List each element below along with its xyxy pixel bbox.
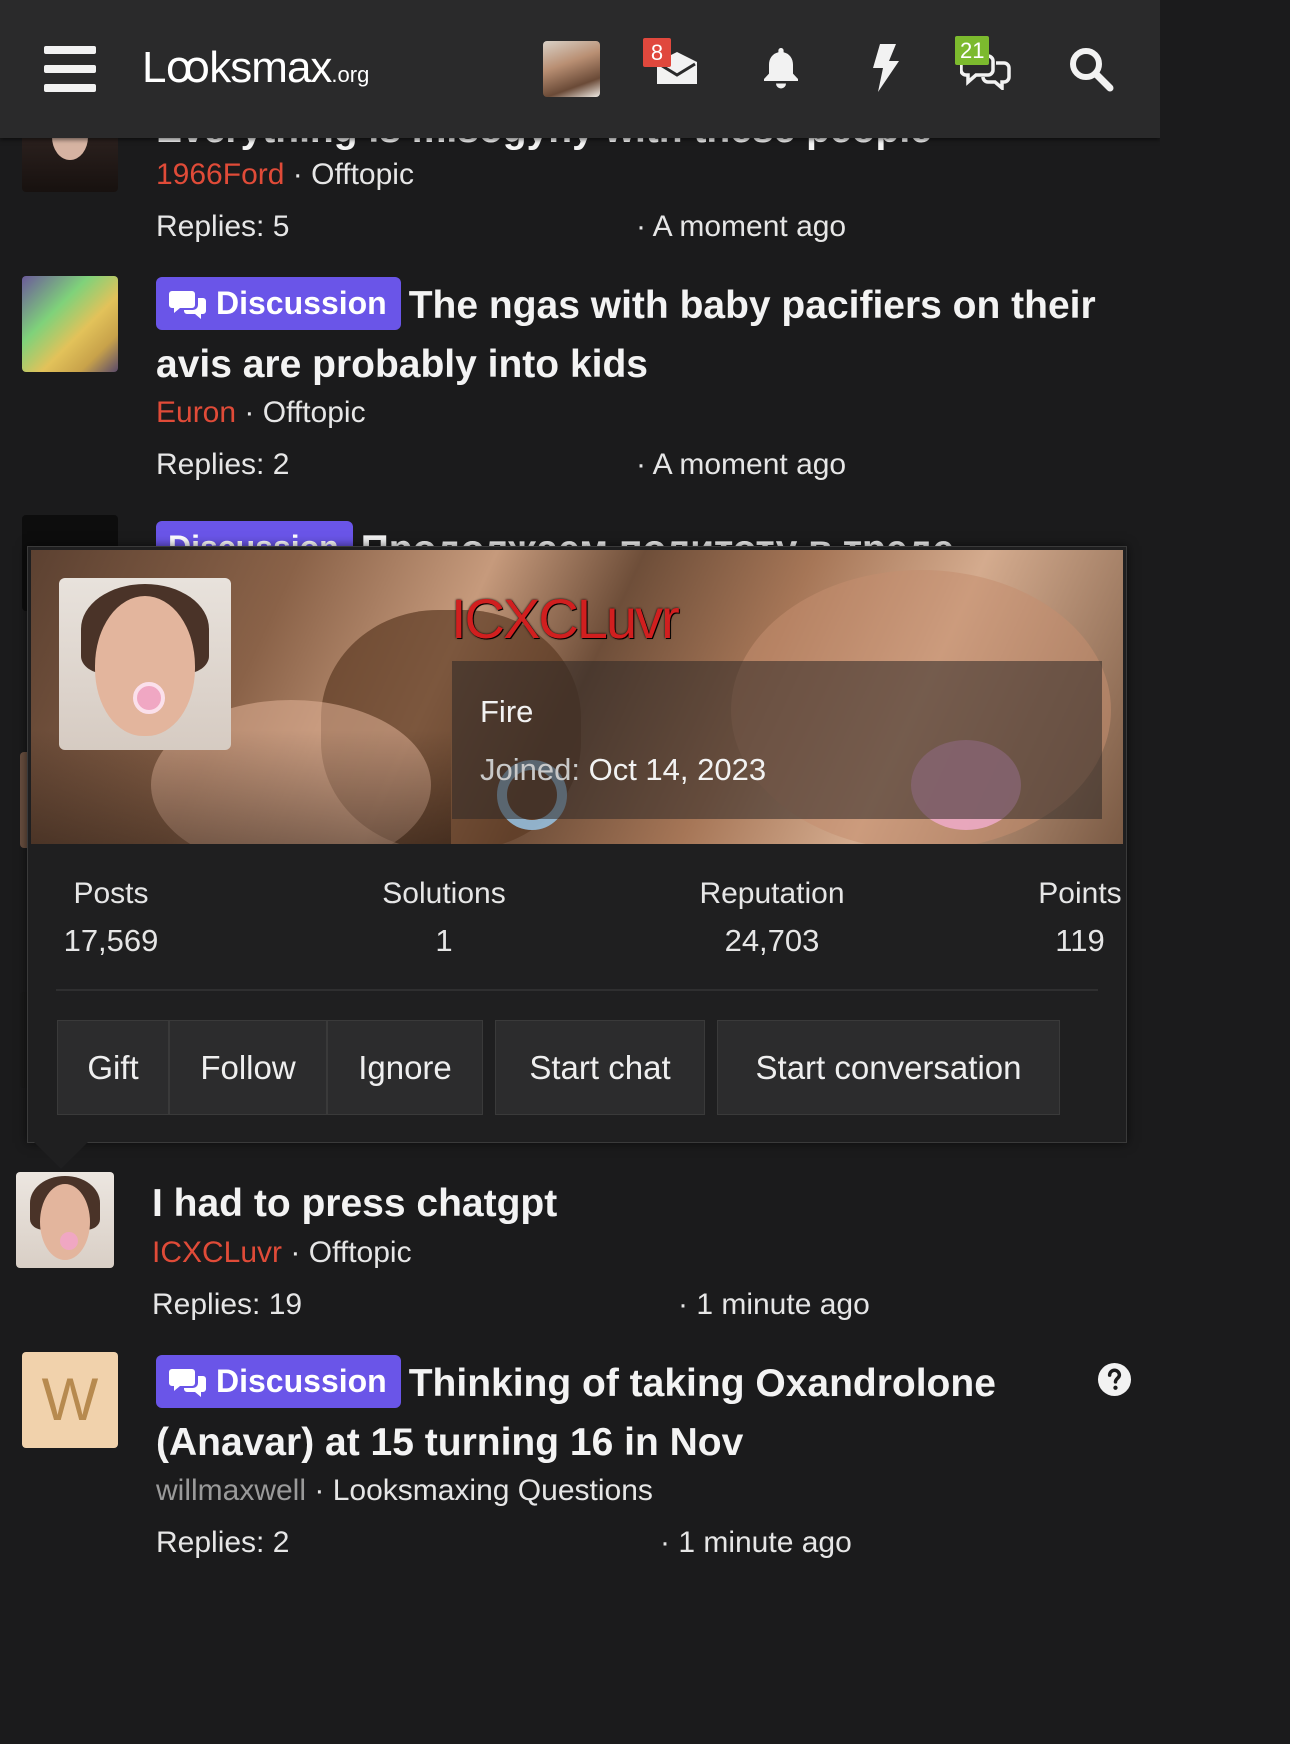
thread-time[interactable]: · A moment ago [636, 448, 846, 482]
thread-time[interactable]: · A moment ago [636, 210, 846, 244]
bell-icon[interactable] [762, 46, 800, 90]
thread-replies: Replies: 2 [156, 448, 290, 481]
lightning-icon[interactable] [872, 44, 900, 92]
thread-replies: Replies: 5 [156, 210, 290, 243]
stat-value: 119 [1055, 923, 1105, 958]
thread-meta: 1966Ford · Offtopic [156, 158, 414, 192]
thread-forum[interactable]: Looksmaxing Questions [333, 1474, 653, 1507]
thread-item[interactable]: Discussion The ngas with baby pacifiers o… [0, 260, 1160, 500]
menu-icon[interactable] [44, 46, 96, 92]
member-joined: Joined: Oct 14, 2023 [480, 752, 766, 788]
prefix-label: Discussion [216, 1363, 387, 1399]
member-tooltip-card: ICXCLuvr Fire Joined: Oct 14, 2023 Posts… [27, 546, 1127, 1143]
stat-label: Reputation [699, 877, 845, 910]
start-conversation-button[interactable]: Start conversation [717, 1020, 1060, 1115]
start-chat-button[interactable]: Start chat [495, 1020, 705, 1115]
stat-posts[interactable]: Posts 17,569 [56, 877, 166, 959]
member-info-box: Fire Joined: Oct 14, 2023 [452, 661, 1102, 819]
member-stats: Posts 17,569 Solutions 1 Reputation 24,7… [56, 877, 1122, 967]
thread-author[interactable]: Euron [156, 396, 236, 429]
thread-avatar[interactable] [22, 276, 118, 372]
discussion-icon [169, 291, 206, 319]
tooltip-arrow [34, 1142, 88, 1169]
follow-button[interactable]: Follow [169, 1020, 327, 1115]
thread-replies: Replies: 19 [152, 1288, 303, 1321]
thread-time[interactable]: · 1 minute ago [678, 1288, 870, 1322]
meta-separator: · [292, 158, 303, 191]
site-logo[interactable]: Lꝏksmax.org [142, 42, 369, 93]
stat-reputation[interactable]: Reputation 24,703 [691, 877, 853, 959]
thread-author[interactable]: ICXCLuvr [152, 1236, 282, 1269]
stat-solutions[interactable]: Solutions 1 [374, 877, 514, 959]
avatar-letter: W [41, 1366, 99, 1433]
stat-label: Points [1038, 877, 1122, 910]
discussion-prefix[interactable]: Discussion [156, 277, 401, 330]
member-avatar[interactable] [59, 578, 231, 750]
ignore-button[interactable]: Ignore [327, 1020, 483, 1115]
conversations-badge: 8 [643, 38, 671, 67]
thread-time[interactable]: · 1 minute ago [660, 1526, 852, 1560]
thread-title[interactable]: Discussion Thinking of taking Oxandrolone… [156, 1354, 1096, 1472]
thread-meta: willmaxwell · Looksmaxing Questions [156, 1474, 653, 1508]
thread-forum[interactable]: Offtopic [311, 158, 414, 191]
stat-value: 1 [435, 923, 453, 958]
member-title: Fire [480, 694, 534, 729]
stat-label: Posts [73, 877, 149, 910]
thread-avatar[interactable] [16, 1172, 114, 1268]
thread-meta: Euron · Offtopic [156, 396, 366, 430]
thread-author[interactable]: 1966Ford [156, 158, 284, 191]
stat-value: 24,703 [724, 923, 820, 958]
stat-points[interactable]: Points 119 [1032, 877, 1128, 959]
divider [56, 989, 1098, 991]
account-avatar[interactable] [543, 41, 600, 97]
thread-forum[interactable]: Offtopic [309, 1236, 412, 1269]
logo-text: Lꝏksmax [142, 43, 332, 92]
discussion-icon [169, 1369, 206, 1397]
member-username[interactable]: ICXCLuvr [451, 586, 680, 651]
gift-button[interactable]: Gift [57, 1020, 169, 1115]
profile-banner: ICXCLuvr Fire Joined: Oct 14, 2023 [31, 550, 1123, 844]
joined-label: Joined: [480, 752, 580, 787]
discussion-prefix[interactable]: Discussion [156, 1355, 401, 1408]
joined-date: Oct 14, 2023 [588, 752, 767, 787]
thread-author[interactable]: willmaxwell [156, 1474, 306, 1507]
meta-separator: · [290, 1236, 301, 1269]
thread-meta: ICXCLuvr · Offtopic [152, 1236, 412, 1270]
question-icon[interactable] [1097, 1362, 1132, 1397]
thread-avatar[interactable]: W [22, 1352, 118, 1448]
thread-item[interactable]: W Discussion Thinking of taking Oxandrolo… [0, 1340, 1160, 1568]
prefix-label: Discussion [216, 285, 387, 321]
meta-separator: · [244, 396, 255, 429]
page: Everything is misogyny with these people… [0, 0, 1160, 1568]
thread-item[interactable]: I had to press chatgpt ICXCLuvr · Offtop… [0, 1160, 1160, 1340]
thread-title[interactable]: Discussion The ngas with baby pacifiers o… [156, 276, 1116, 394]
thread-replies: Replies: 2 [156, 1526, 290, 1559]
stat-label: Solutions [382, 877, 506, 910]
chat-badge: 21 [955, 36, 990, 65]
meta-separator: · [314, 1474, 325, 1507]
thread-title[interactable]: I had to press chatgpt [152, 1174, 557, 1233]
stat-value: 17,569 [63, 923, 159, 958]
top-navbar: Lꝏksmax.org 8 21 [0, 0, 1160, 138]
thread-forum[interactable]: Offtopic [263, 396, 366, 429]
logo-tld: .org [331, 62, 370, 87]
search-icon[interactable] [1068, 46, 1114, 92]
